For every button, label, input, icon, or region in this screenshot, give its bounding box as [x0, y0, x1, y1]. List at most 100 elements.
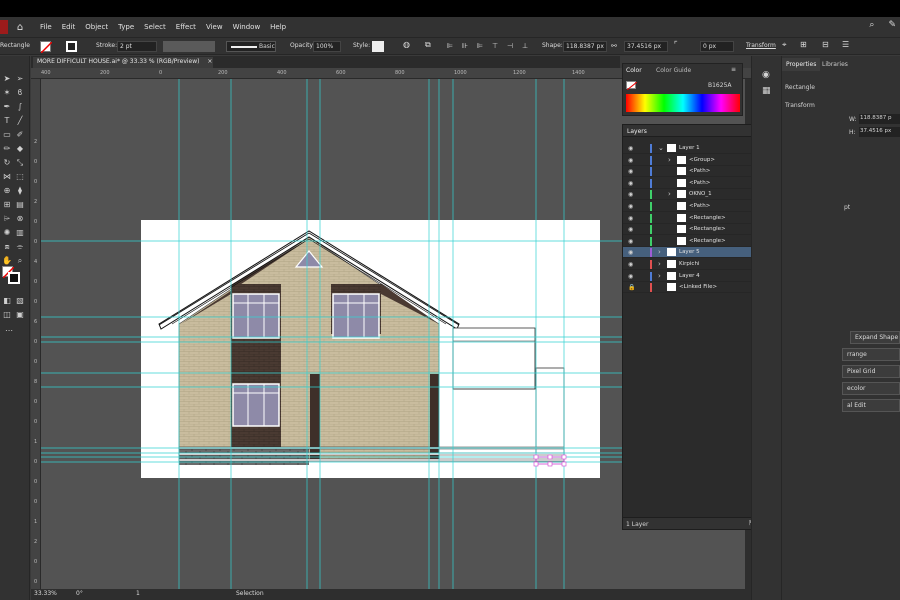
chevron-down-icon[interactable]: ⌄	[658, 144, 664, 152]
brush-definition[interactable]: Basic	[226, 41, 276, 52]
zoom-tool-icon[interactable]: ⌕	[15, 256, 25, 266]
shape-width-field[interactable]: 118.8387 px	[563, 41, 607, 52]
global-edit-button[interactable]: al Edit	[842, 399, 900, 412]
zoom-field[interactable]: 33.33%	[34, 590, 57, 597]
menu-effect[interactable]: Effect	[176, 23, 196, 31]
align-hcenter-icon[interactable]: ⊪	[462, 42, 468, 50]
transform-link[interactable]: Transform	[746, 42, 776, 49]
gradient-mode-icon[interactable]: ▧	[15, 296, 25, 306]
visibility-eye-icon[interactable]: ◉	[628, 157, 633, 164]
align-to-icon[interactable]: ⧉	[425, 40, 431, 50]
screen-mode-icon[interactable]: ▣	[15, 310, 25, 320]
visibility-eye-icon[interactable]: ◉	[628, 191, 633, 198]
width-field[interactable]: 118.8387 p	[859, 114, 900, 124]
artboard-number-field[interactable]: 1	[136, 590, 140, 597]
libraries-tab[interactable]: Libraries	[818, 58, 852, 71]
vertical-ruler[interactable]: 2 0 0 2 0 0 4 0 0 6 0 0 8 0 0 1 0 0 0 1 2 0 0	[31, 79, 41, 589]
arrange-icon[interactable]: ⊟	[822, 40, 829, 49]
perspective-grid-icon[interactable]: ⧫	[15, 186, 25, 196]
visibility-eye-icon[interactable]: ◉	[628, 203, 633, 210]
selection-tool-icon[interactable]: ➤	[2, 74, 12, 84]
visibility-eye-icon[interactable]: ◉	[628, 145, 633, 152]
scale-icon[interactable]: ⤡	[15, 158, 25, 168]
opacity-field[interactable]: 100%	[313, 41, 341, 52]
pixel-grid-button[interactable]: Pixel Grid	[842, 365, 900, 378]
curvature-icon[interactable]: ∫	[15, 102, 25, 112]
pencil-icon[interactable]: ✏	[2, 144, 12, 154]
eraser-icon[interactable]: ◆	[15, 144, 25, 154]
hex-value[interactable]: B1625A	[708, 82, 732, 89]
recolor-icon[interactable]: ◍	[403, 40, 410, 49]
shape-builder-icon[interactable]: ⊕	[2, 186, 12, 196]
chevron-right-icon[interactable]: ›	[658, 260, 661, 268]
constrain-link-icon[interactable]: ⚯	[611, 42, 617, 50]
paintbrush-icon[interactable]: ✐	[15, 130, 25, 140]
expand-shape-button[interactable]: Expand Shape	[850, 331, 900, 344]
corner-radius-field[interactable]: 0 px	[700, 41, 734, 52]
menu-edit[interactable]: Edit	[62, 23, 76, 31]
menu-select[interactable]: Select	[144, 23, 166, 31]
appearance-icon[interactable]: ◉	[762, 70, 770, 80]
color-guide-tab[interactable]: Color Guide	[656, 67, 691, 74]
lasso-icon[interactable]: ϐ	[15, 88, 25, 98]
shape-height-field[interactable]: 37.4516 px	[624, 41, 668, 52]
menu-view[interactable]: View	[206, 23, 223, 31]
visibility-eye-icon[interactable]: ◉	[628, 273, 633, 280]
direct-selection-icon[interactable]: ➢	[15, 74, 25, 84]
color-none-swatch[interactable]	[626, 81, 638, 91]
visibility-eye-icon[interactable]: ◉	[628, 261, 633, 268]
chevron-right-icon[interactable]: ›	[668, 190, 671, 198]
edit-contents-icon[interactable]: ⊞	[800, 40, 807, 49]
color-mode-icon[interactable]: ◧	[2, 296, 12, 306]
align-right-icon[interactable]: ⊫	[477, 42, 483, 50]
visibility-eye-icon[interactable]: ◉	[628, 180, 633, 187]
properties-tab[interactable]: Properties	[782, 58, 821, 71]
menu-help[interactable]: Help	[270, 23, 286, 31]
mesh-icon[interactable]: ⊞	[2, 200, 12, 210]
graphic-style-swatch[interactable]	[372, 41, 384, 52]
variable-width-profile[interactable]	[163, 41, 215, 52]
edit-toolbar-icon[interactable]: ⋯	[4, 326, 14, 336]
align-bottom-icon[interactable]: ⊥	[522, 42, 528, 50]
isolate-icon[interactable]: ⌖	[782, 40, 787, 50]
menu-list-icon[interactable]: ☰	[842, 40, 849, 49]
line-tool-icon[interactable]: ╱	[15, 116, 25, 126]
swatches-icon[interactable]: ▦	[762, 86, 771, 96]
rectangle-tool-icon[interactable]: ▭	[2, 130, 12, 140]
chevron-right-icon[interactable]: ›	[658, 272, 661, 280]
stroke-swatch[interactable]	[66, 41, 77, 52]
eyedropper-icon[interactable]: ⌲	[2, 214, 12, 224]
slice-tool-icon[interactable]: ⌯	[15, 242, 25, 252]
align-left-icon[interactable]: ⊫	[447, 42, 453, 50]
menu-file[interactable]: File	[40, 23, 52, 31]
close-tab-icon[interactable]: ×	[207, 58, 212, 65]
chevron-right-icon[interactable]: ›	[668, 156, 671, 164]
width-tool-icon[interactable]: ⋈	[2, 172, 12, 182]
stroke-color-box[interactable]	[8, 272, 20, 284]
magic-wand-icon[interactable]: ✶	[2, 88, 12, 98]
color-spectrum[interactable]	[626, 94, 740, 112]
visibility-eye-icon[interactable]: ◉	[628, 226, 633, 233]
color-tab[interactable]: Color	[626, 67, 642, 74]
menu-object[interactable]: Object	[85, 23, 108, 31]
brush-icon[interactable]: ✎	[888, 20, 896, 30]
document-tab[interactable]: MORE DIFFICULT HOUSE.ai* @ 33.33 % (RGB/…	[33, 57, 213, 68]
visibility-eye-icon[interactable]: ◉	[628, 215, 633, 222]
stroke-weight-field[interactable]: 2 pt	[117, 41, 157, 52]
visibility-eye-icon[interactable]: ◉	[628, 238, 633, 245]
draw-mode-icon[interactable]: ◫	[2, 310, 12, 320]
menu-window[interactable]: Window	[233, 23, 261, 31]
symbol-sprayer-icon[interactable]: ✺	[2, 228, 12, 238]
blend-icon[interactable]: ⊗	[15, 214, 25, 224]
type-tool-icon[interactable]: T	[2, 116, 12, 126]
align-vcenter-icon[interactable]: ⊣	[507, 42, 513, 50]
chevron-right-icon[interactable]: ›	[658, 248, 661, 256]
panel-menu-icon[interactable]: ≡	[731, 66, 736, 73]
artboard-tool-icon[interactable]: ⧈	[2, 242, 12, 252]
menu-type[interactable]: Type	[118, 23, 134, 31]
arrange-button[interactable]: rrange	[842, 348, 900, 361]
recolor-button[interactable]: ecolor	[842, 382, 900, 395]
pen-tool-icon[interactable]: ✒	[2, 102, 12, 112]
column-graph-icon[interactable]: ▥	[15, 228, 25, 238]
visibility-eye-icon[interactable]: ◉	[628, 249, 633, 256]
